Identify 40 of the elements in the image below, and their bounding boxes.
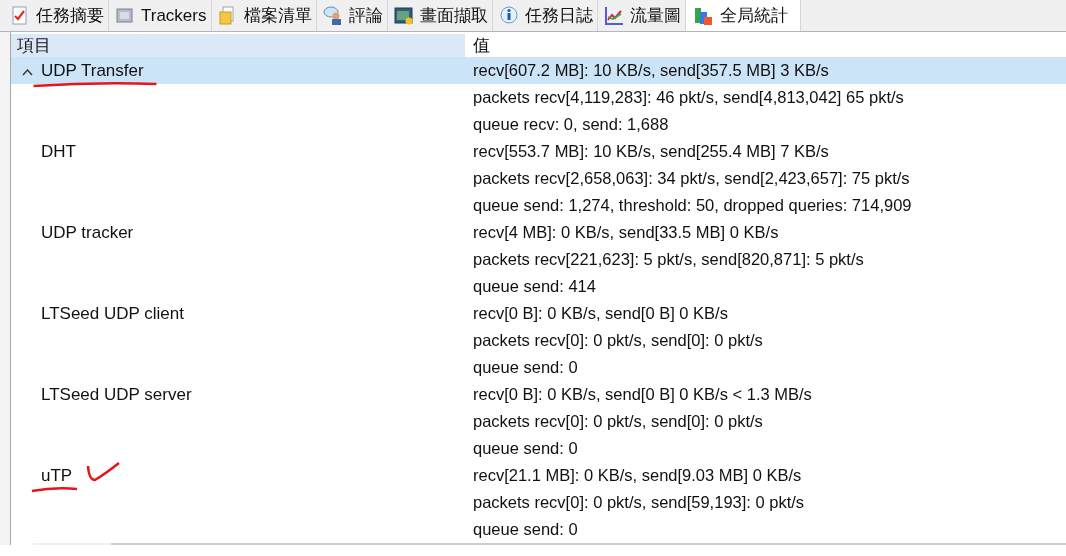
row-value: packets recv[4,119,283]: 46 pkt/s, send[4,813,042] 65 pkt/s	[472, 88, 904, 107]
row-value: packets recv[0]: 0 pkt/s, send[0]: 0 pkt/s	[472, 412, 763, 431]
tab-icon	[322, 5, 343, 26]
row-value: queue send: 0	[472, 439, 578, 458]
row-value: recv[21.1 MB]: 0 KB/s, send[9.03 MB] 0 KB/s	[472, 466, 802, 485]
table-row[interactable]: UDP tracker recv[4 MB]: 0 KB/s, send[33.5 MB] 0 KB/s	[11, 219, 1066, 246]
row-label: UDP tracker	[41, 222, 134, 242]
horizontal-scrollbar[interactable]	[33, 543, 1066, 545]
row-value: recv[607.2 MB]: 10 KB/s, send[357.5 MB] 3 KB/s	[472, 61, 829, 80]
tab[interactable]: 全局統計	[685, 0, 801, 31]
row-value: recv[553.7 MB]: 10 KB/s, send[255.4 MB] 7 KB/s	[472, 142, 829, 161]
table-row[interactable]: LTSeed UDP client recv[0 B]: 0 KB/s, send[0 B] 0 KB/s	[11, 300, 1066, 327]
table-row[interactable]: uTP recv[21.1 MB]: 0 KB/s, send[9.03 MB] 0 KB/s	[11, 462, 1066, 489]
row-value: packets recv[0]: 0 pkt/s, send[59,193]: 0 pkt/s	[472, 493, 805, 512]
row-label: LTSeed UDP server	[41, 384, 192, 404]
row-label: LTSeed UDP client	[41, 303, 184, 323]
row-value: queue recv: 0, send: 1,688	[472, 115, 669, 134]
column-header[interactable]: 項目	[11, 34, 466, 57]
row-value: packets recv[2,658,063]: 34 pkt/s, send[2,423,657]: 75 pkt/s	[472, 169, 910, 188]
row-label: uTP	[41, 465, 73, 485]
row-value: queue send: 0	[472, 520, 578, 539]
collapse-caret-icon[interactable]	[22, 68, 33, 76]
table-row[interactable]: LTSeed UDP server recv[0 B]: 0 KB/s, send[0 B] 0 KB/s < 1.3 MB/s	[11, 381, 1066, 408]
tab-icon	[115, 5, 135, 26]
row-value: queue send: 414	[472, 277, 596, 296]
row-value: recv[0 B]: 0 KB/s, send[0 B] 0 KB/s < 1.3 MB/s	[472, 385, 812, 404]
table-row[interactable]: DHT recv[553.7 MB]: 10 KB/s, send[255.4 MB] 7 KB/s	[11, 138, 1066, 165]
row-value: queue send: 0	[472, 358, 578, 377]
row-value: recv[4 MB]: 0 KB/s, send[33.5 MB] 0 KB/s	[472, 223, 779, 242]
row-label: UDP Transfer	[41, 60, 144, 80]
row-label: DHT	[41, 141, 76, 161]
tab-icon	[693, 5, 714, 26]
tab-icon	[393, 5, 414, 26]
row-value: recv[0 B]: 0 KB/s, send[0 B] 0 KB/s	[472, 304, 728, 323]
tab-icon	[498, 5, 519, 26]
row-value: packets recv[221,623]: 5 pkt/s, send[820,871]: 5 pkt/s	[472, 250, 864, 269]
tab-icon	[10, 5, 30, 26]
tab-icon	[603, 5, 624, 26]
row-value: queue send: 1,274, threshold: 50, dropped queries: 714,909	[472, 196, 912, 215]
row-value: packets recv[0]: 0 pkt/s, send[0]: 0 pkt/s	[472, 331, 763, 350]
